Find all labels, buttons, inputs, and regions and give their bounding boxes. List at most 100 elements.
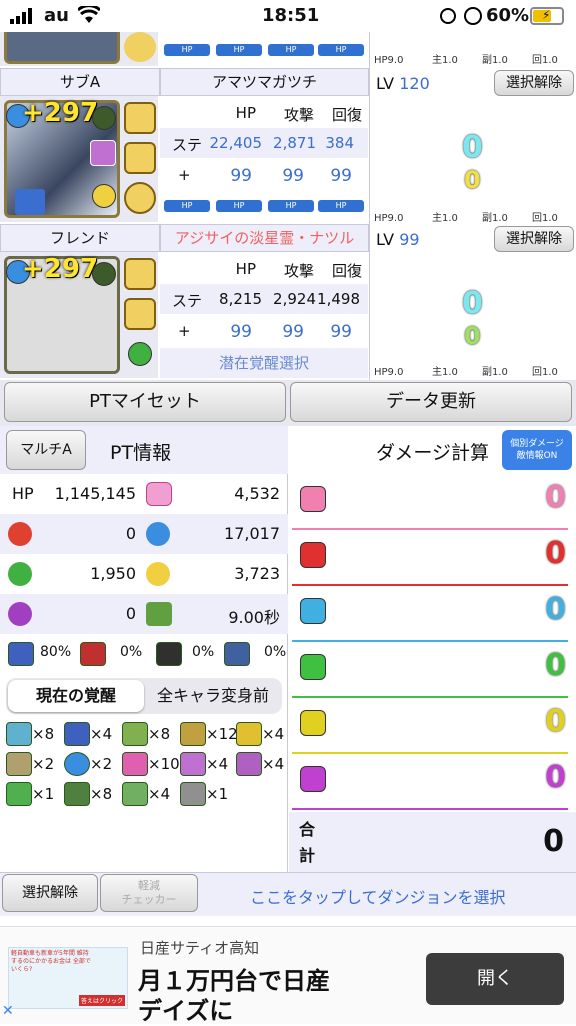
clear-selection-bottom-button[interactable]: 選択解除 <box>2 874 98 912</box>
ad-close-icon[interactable]: ✕ <box>2 1003 18 1021</box>
ad-advertiser: 日産サティオ高知 <box>140 939 260 957</box>
heart-icon <box>124 258 156 290</box>
damage-row-water: 0 <box>292 586 576 642</box>
pt-row-resist: 80% 0% 0% 0% <box>0 634 288 674</box>
wood-orb-icon <box>128 342 152 366</box>
individual-damage-toggle[interactable]: 個別ダメージ 敵情報ON <box>502 430 572 470</box>
multi-a-button[interactable]: マルチA <box>6 430 86 470</box>
prev-slot-monster[interactable] <box>0 32 158 66</box>
damage-row-divider <box>292 808 568 810</box>
monster-card-friend[interactable]: +297 <box>0 252 158 378</box>
rcv-multiplier: 回1.0 <box>532 213 558 224</box>
slot-label-friend: フレンド <box>0 224 160 252</box>
damage-row-wood: 0 <box>292 642 576 698</box>
resist-icon <box>8 642 34 666</box>
lv-value[interactable]: 120 <box>399 74 430 93</box>
resist-value: 0% <box>264 644 287 660</box>
hp-plus-icon: HP <box>164 200 210 212</box>
star-icon <box>92 106 116 130</box>
plus-value: +297 <box>22 98 99 128</box>
alarm-icon <box>464 7 482 25</box>
clear-selection-button[interactable]: 選択解除 <box>494 70 574 96</box>
ad-banner[interactable]: 軽自動車も新車が5年間 維持するのにかかるお金は 全部でいくら? 答えはクリック… <box>0 926 576 1025</box>
hp-plus-icon: HP <box>318 44 364 56</box>
stat-rcv[interactable]: 384 <box>318 134 354 152</box>
dungeon-select-link[interactable]: ここをタップしてダンジョンを選択 <box>250 884 506 908</box>
lv-panel-sub-a: LV 120 選択解除 0 0 HP9.0 主1.0 副1.0 回1.0 <box>369 68 576 226</box>
wood-attack: 1,950 <box>90 564 136 583</box>
awakening-icon <box>180 722 206 746</box>
awakening-icon <box>6 782 32 806</box>
stat-header-hp: HP <box>235 104 256 122</box>
ad-open-button[interactable]: 開く <box>426 953 564 1005</box>
reduction-checker-button[interactable]: 軽減 チェッカー <box>100 874 198 912</box>
plus-atk[interactable]: 99 <box>268 322 304 342</box>
awakening-count: ×4 <box>206 755 229 773</box>
damage-row-dark: 0 <box>292 754 576 810</box>
value-number: 0 <box>462 286 483 321</box>
slot-monster-name[interactable]: アマツマガツチ <box>160 68 369 96</box>
awakening-count: ×8 <box>32 725 55 743</box>
rcv-multiplier: 回1.0 <box>532 367 558 378</box>
hp-plus-icon: HP <box>216 44 262 56</box>
lv-value[interactable]: 99 <box>399 230 419 249</box>
assist-icon <box>90 140 116 166</box>
damage-title: ダメージ計算 <box>376 442 490 464</box>
hp-multiplier: HP9.0 <box>374 367 404 378</box>
awakening-count: ×4 <box>262 725 285 743</box>
plus-row-label: + <box>178 322 191 340</box>
tab-all-before-transform[interactable]: 全キャラ変身前 <box>146 680 280 712</box>
total-damage: 0 <box>543 824 564 859</box>
pt-myset-button[interactable]: PTマイセット <box>4 382 286 422</box>
star-icon <box>92 262 116 286</box>
light-orb-icon <box>92 184 116 208</box>
damage-value: 0 <box>545 648 566 683</box>
awakening-count: ×12 <box>206 725 238 743</box>
prev-slot-stats: HP HP HP HP <box>160 32 368 66</box>
stat-atk[interactable]: 2,871 <box>266 134 316 152</box>
status-bar: au 18:51 60% ⚡ <box>0 0 576 32</box>
stat-rcv[interactable]: 1,498 <box>310 290 360 308</box>
hp-plus-icon: HP <box>164 44 210 56</box>
monster-card-sub-a[interactable]: +297 <box>0 96 158 222</box>
awakening-icon <box>236 722 262 746</box>
hp-plus-icon: HP <box>268 44 314 56</box>
plus-hp[interactable]: 99 <box>216 322 252 342</box>
dark-attack: 0 <box>125 604 136 623</box>
slot-monster-name[interactable]: アジサイの淡星霊・ナツル <box>160 224 369 252</box>
awakening-count: ×1 <box>32 785 55 803</box>
damage-value: 0 <box>545 704 566 739</box>
damage-value: 0 <box>545 480 566 515</box>
tab-current-awakening[interactable]: 現在の覚醒 <box>8 680 144 712</box>
pt-row-hp: HP 1,145,145 4,532 <box>0 474 288 514</box>
plus-rcv[interactable]: 99 <box>316 166 352 186</box>
resist-icon <box>80 642 106 666</box>
awakening-icon <box>180 782 206 806</box>
plus-rcv[interactable]: 99 <box>316 322 352 342</box>
awakening-count: ×4 <box>262 755 285 773</box>
clear-selection-button[interactable]: 選択解除 <box>494 226 574 252</box>
main-multiplier: 主1.0 <box>432 55 458 66</box>
plus-atk[interactable]: 99 <box>268 166 304 186</box>
data-update-button[interactable]: データ更新 <box>290 382 572 422</box>
light-attack: 3,723 <box>234 564 280 583</box>
ad-thumb-text: 軽自動車も新車が5年間 維持するのにかかるお金は 全部でいくら? <box>11 950 91 973</box>
total-hp: 1,145,145 <box>54 484 136 503</box>
ad-thumbnail[interactable]: 軽自動車も新車が5年間 維持するのにかかるお金は 全部でいくら? 答えはクリック <box>8 947 128 1009</box>
plus-value: +297 <box>22 254 99 284</box>
stat-row-label: ステ <box>172 136 203 154</box>
stat-atk[interactable]: 2,924 <box>266 290 316 308</box>
damage-value: 0 <box>545 592 566 627</box>
latent-awakening-select[interactable]: 潜在覚醒選択 <box>160 348 368 378</box>
plus-hp[interactable]: 99 <box>216 166 252 186</box>
carrier-label: au <box>44 5 69 26</box>
awakening-icon <box>124 32 156 62</box>
stats-table-friend: HP 攻撃 回復 ステ 8,215 2,924 1,498 + 99 99 99… <box>160 252 368 378</box>
awakening-count: ×1 <box>206 785 229 803</box>
hp-multiplier: HP9.0 <box>374 55 404 66</box>
pt-row-wood-light: 1,950 3,723 <box>0 554 288 594</box>
stat-hp[interactable]: 8,215 <box>200 290 262 308</box>
stat-hp[interactable]: 22,405 <box>200 134 263 152</box>
awakening-count: ×4 <box>148 785 171 803</box>
damage-total-row: 合 計 0 <box>289 812 576 872</box>
